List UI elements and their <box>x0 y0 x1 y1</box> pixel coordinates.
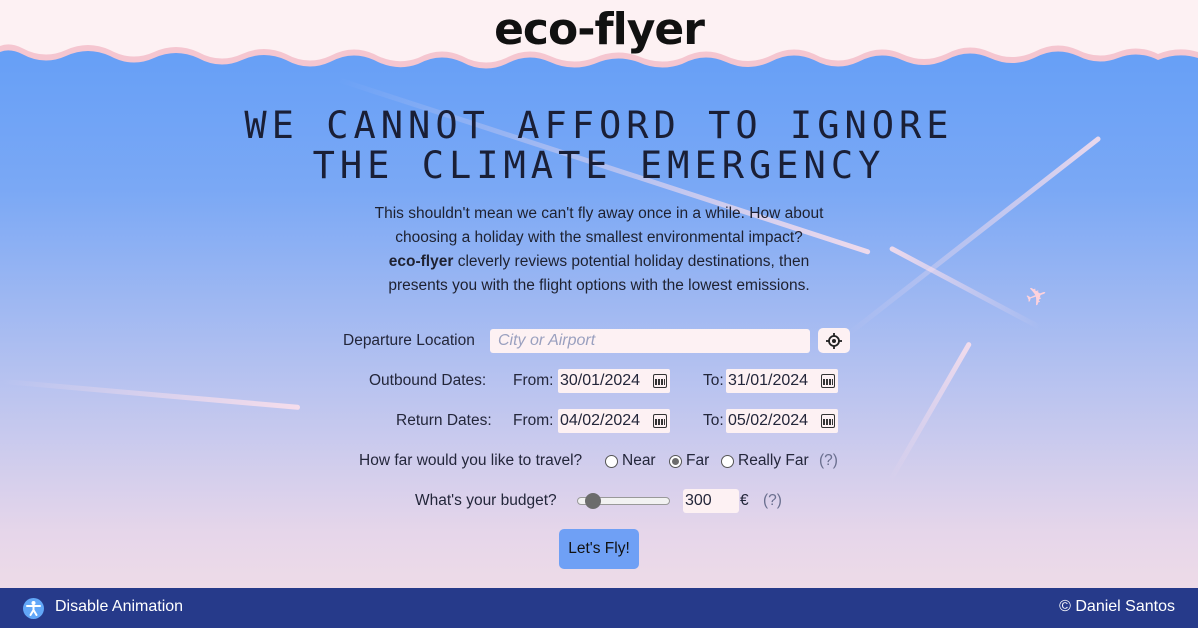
calendar-icon[interactable] <box>821 374 835 388</box>
return-from-date[interactable]: 04/02/2024 <box>558 409 670 433</box>
radio-really-far[interactable] <box>721 455 734 468</box>
budget-slider-thumb[interactable] <box>584 493 601 509</box>
return-to-date[interactable]: 05/02/2024 <box>726 409 838 433</box>
calendar-icon[interactable] <box>653 374 667 388</box>
calendar-icon[interactable] <box>821 414 835 428</box>
radio-really-far-label[interactable]: Really Far <box>738 452 809 470</box>
date-value: 05/02/2024 <box>728 412 809 429</box>
accessibility-icon[interactable] <box>23 598 44 619</box>
radio-near-label[interactable]: Near <box>622 452 656 470</box>
return-to-label: To: <box>703 412 724 429</box>
lets-fly-button[interactable]: Let's Fly! <box>559 529 639 569</box>
departure-label: Departure Location <box>343 332 475 349</box>
budget-help[interactable]: (?) <box>763 492 782 510</box>
search-form: Departure Location Outbound Dates: From:… <box>0 0 1198 628</box>
outbound-label: Outbound Dates: <box>369 372 487 389</box>
budget-question: What's your budget? <box>415 492 557 509</box>
outbound-from-date[interactable]: 30/01/2024 <box>558 369 670 393</box>
return-from-label: From: <box>513 412 554 429</box>
use-location-button[interactable] <box>818 328 850 353</box>
radio-near[interactable] <box>605 455 618 468</box>
disable-animation-link[interactable]: Disable Animation <box>55 598 183 616</box>
radio-far[interactable] <box>669 455 682 468</box>
outbound-to-date[interactable]: 31/01/2024 <box>726 369 838 393</box>
footer: Disable Animation © Daniel Santos <box>0 588 1198 628</box>
date-value: 30/01/2024 <box>560 372 641 389</box>
distance-question: How far would you like to travel? <box>359 452 583 469</box>
date-value: 31/01/2024 <box>728 372 809 389</box>
currency-symbol: € <box>740 492 749 509</box>
departure-input[interactable] <box>490 329 810 353</box>
distance-help[interactable]: (?) <box>819 452 838 470</box>
radio-far-label[interactable]: Far <box>686 452 709 470</box>
crosshair-icon <box>826 332 842 349</box>
copyright: © Daniel Santos <box>1059 598 1175 615</box>
return-label: Return Dates: <box>396 412 492 429</box>
calendar-icon[interactable] <box>653 414 667 428</box>
budget-input[interactable]: 300 <box>683 489 739 513</box>
outbound-from-label: From: <box>513 372 554 389</box>
date-value: 04/02/2024 <box>560 412 641 429</box>
outbound-to-label: To: <box>703 372 724 389</box>
